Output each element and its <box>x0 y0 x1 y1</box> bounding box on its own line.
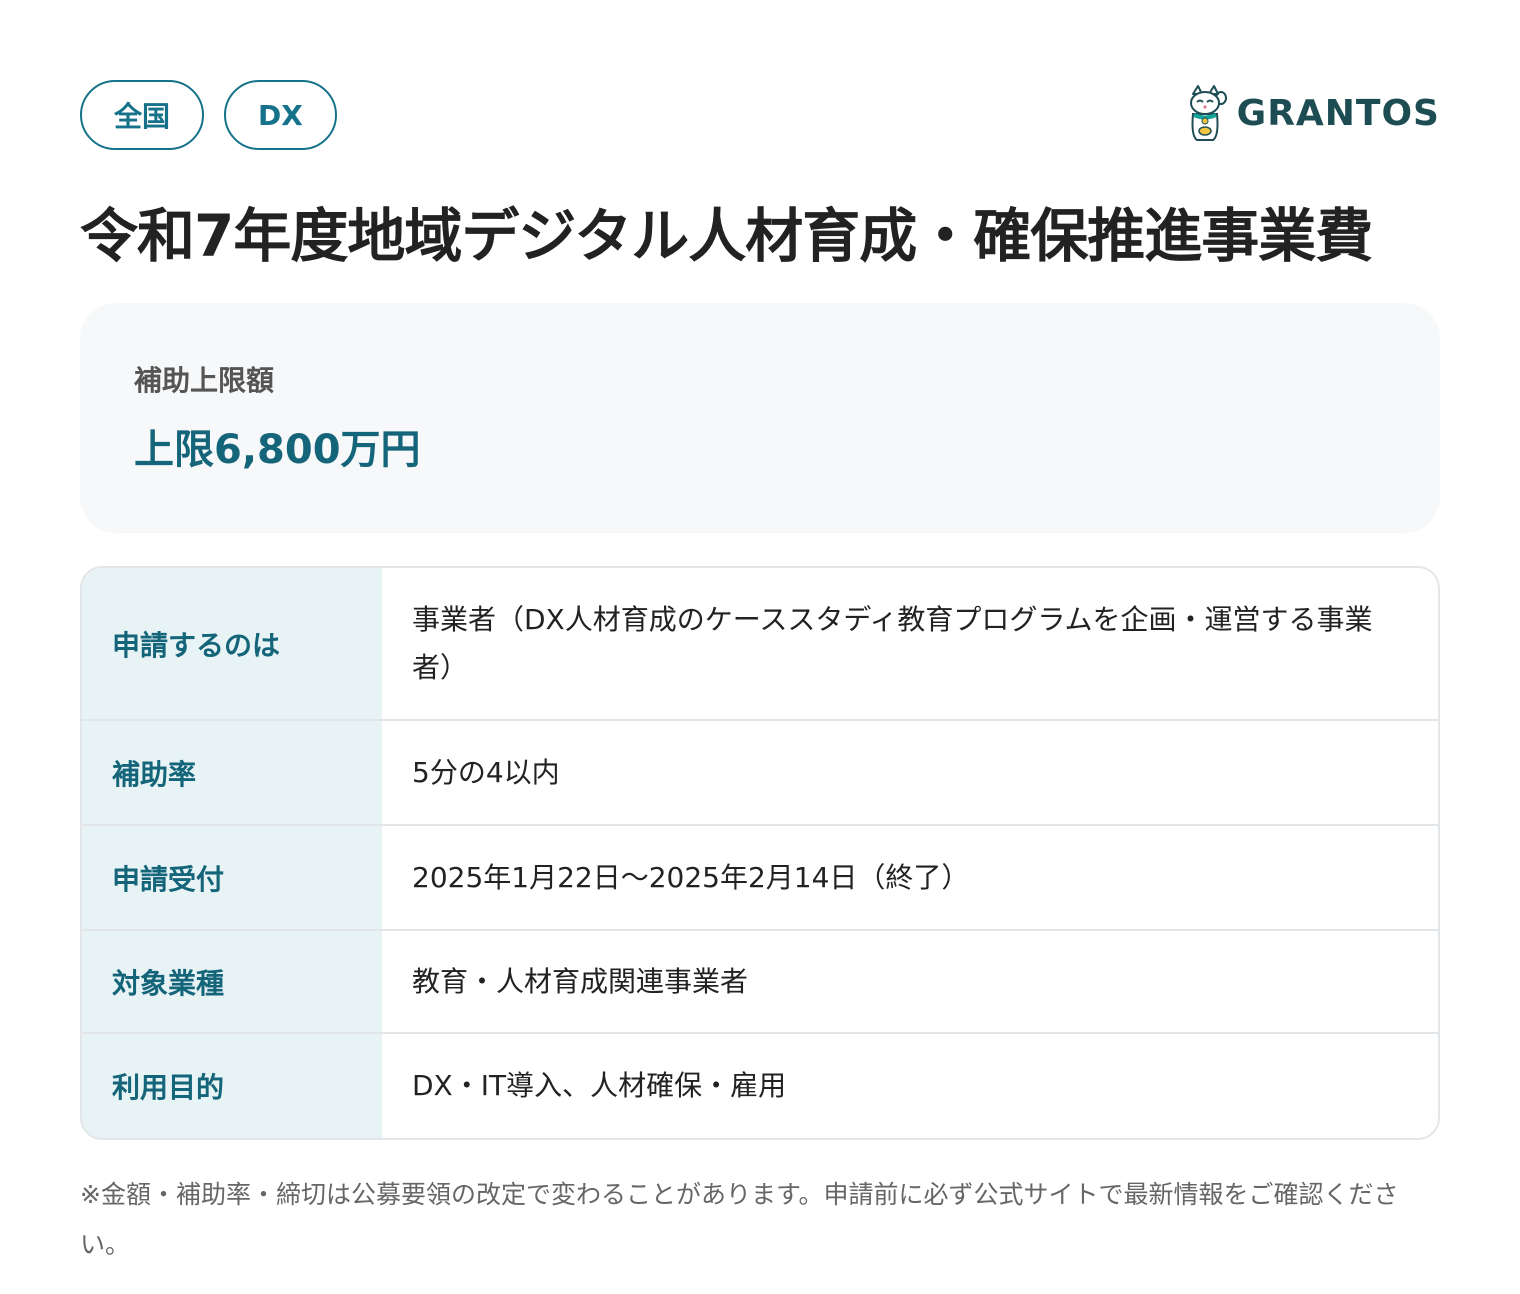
tag-category[interactable]: DX <box>224 80 337 150</box>
row-value-period: 2025年1月22日〜2025年2月14日（終了） <box>412 860 970 894</box>
amount-label: 補助上限額 <box>134 364 275 397</box>
row-value-purpose: DX・IT導入、人材確保・雇用 <box>412 1069 787 1102</box>
row-label-industry: 対象業種 <box>82 931 382 1032</box>
row-label-purpose: 利用目的 <box>82 1034 382 1138</box>
page-title: 令和7年度地域デジタル人材育成・確保推進事業費 <box>80 202 1373 270</box>
amount-card: 補助上限額 上限6,800万円 <box>80 303 1440 533</box>
tag-region[interactable]: 全国 <box>80 80 205 150</box>
table-row: 補助率 5分の4以内 <box>82 721 1438 826</box>
row-value-applicant: 事業者（DX人材育成のケーススタディ教育プログラムを企画・運営する事業者） <box>412 602 1373 684</box>
disclaimer-note: ※金額・補助率・締切は公募要領の改定で変わることがあります。申請前に必ず公式サイ… <box>80 1180 1399 1259</box>
table-row: 対象業種 教育・人材育成関連事業者 <box>82 931 1438 1034</box>
row-value-rate: 5分の4以内 <box>412 755 560 789</box>
grantos-logo[interactable]: GRANTOS <box>1185 84 1440 142</box>
row-label-period: 申請受付 <box>82 826 382 929</box>
amount-value: 上限6,800万円 <box>134 427 421 473</box>
row-value-industry: 教育・人材育成関連事業者 <box>412 964 749 998</box>
row-label-applicant: 申請するのは <box>82 568 382 719</box>
table-row: 申請受付 2025年1月22日〜2025年2月14日（終了） <box>82 826 1438 931</box>
row-label-rate: 補助率 <box>82 721 382 824</box>
lucky-cat-icon <box>1189 85 1227 141</box>
table-row: 利用目的 DX・IT導入、人材確保・雇用 <box>82 1034 1438 1138</box>
top-bar: 全国 DX GRANTOS <box>80 80 1440 150</box>
table-row: 申請するのは 事業者（DX人材育成のケーススタディ教育プログラムを企画・運営する… <box>82 568 1438 721</box>
logo-text: GRANTOS <box>1236 92 1440 134</box>
details-table: 申請するのは 事業者（DX人材育成のケーススタディ教育プログラムを企画・運営する… <box>80 566 1440 1140</box>
